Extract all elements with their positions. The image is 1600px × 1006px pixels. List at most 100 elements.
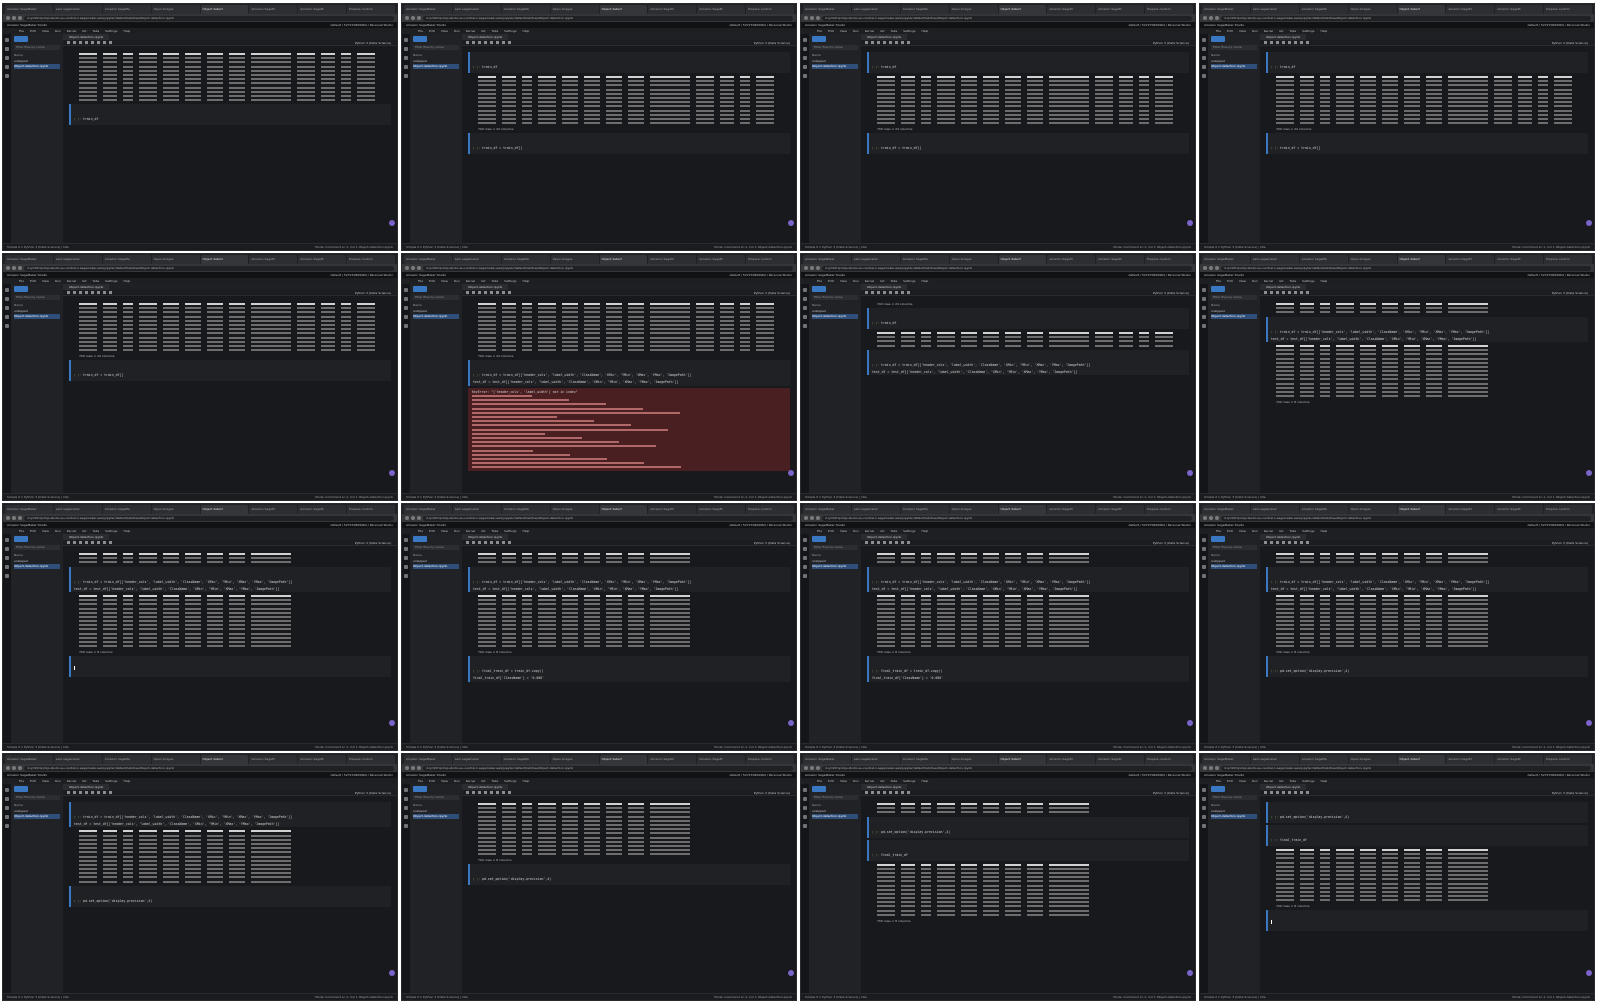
git-icon[interactable] — [5, 806, 9, 810]
url-field[interactable]: d-lymhfrqndxjs.studio.eu-central-1.sagem… — [822, 265, 1192, 271]
reload-icon[interactable] — [1215, 516, 1219, 520]
back-icon[interactable] — [6, 266, 10, 270]
save-icon[interactable] — [865, 791, 868, 794]
file-item-notebook[interactable]: Object-detection.ipynb — [413, 64, 459, 69]
cut-icon[interactable] — [1276, 791, 1279, 794]
code-cell-empty[interactable] — [69, 656, 391, 678]
copy-icon[interactable] — [85, 791, 88, 794]
git-icon[interactable] — [1202, 806, 1206, 810]
back-icon[interactable] — [1203, 766, 1207, 770]
paste-icon[interactable] — [91, 791, 94, 794]
notebook-tab[interactable]: Object-detection.ipynb — [861, 284, 908, 290]
browser-tab[interactable]: Object detect — [998, 5, 1047, 14]
add-cell-icon[interactable] — [73, 291, 76, 294]
running-icon[interactable] — [1202, 815, 1206, 819]
file-item-notebook[interactable]: Object-detection.ipynb — [812, 64, 858, 69]
restart-icon[interactable] — [1306, 791, 1309, 794]
add-cell-icon[interactable] — [73, 41, 76, 44]
run-icon[interactable] — [97, 41, 100, 44]
browser-tab[interactable]: Amazon SageMa — [900, 755, 949, 764]
copy-icon[interactable] — [484, 41, 487, 44]
paste-icon[interactable] — [490, 291, 493, 294]
forward-icon[interactable] — [411, 16, 415, 20]
copy-icon[interactable] — [883, 541, 886, 544]
browser-tab[interactable]: Amazon SageMa — [102, 255, 151, 264]
assistant-icon[interactable] — [389, 470, 395, 476]
forward-icon[interactable] — [1209, 266, 1213, 270]
browser-tab[interactable]: Amazon SageM — [298, 5, 347, 14]
back-icon[interactable] — [405, 16, 409, 20]
code-cell-empty[interactable] — [1266, 910, 1588, 932]
browser-tab[interactable]: Amazon SageMa — [501, 5, 550, 14]
cut-icon[interactable] — [877, 541, 880, 544]
code-cell[interactable]: [ ]: train_df — [1266, 52, 1588, 73]
back-icon[interactable] — [6, 516, 10, 520]
running-icon[interactable] — [404, 565, 408, 569]
git-icon[interactable] — [404, 556, 408, 560]
browser-tab[interactable]: Amazon SageMaker — [404, 505, 452, 514]
file-item-notebook[interactable]: Object-detection.ipynb — [14, 314, 60, 319]
browser-tab[interactable]: Amazon SageM — [1096, 5, 1145, 14]
run-icon[interactable] — [895, 291, 898, 294]
notebook-tab[interactable]: Object-detection.ipynb — [63, 534, 110, 540]
home-icon[interactable] — [5, 538, 9, 542]
running-icon[interactable] — [404, 815, 408, 819]
browser-tab[interactable]: Prepare custom — [746, 5, 794, 14]
browser-tab[interactable]: Amazon SageMa — [1299, 255, 1348, 264]
running-icon[interactable] — [803, 815, 807, 819]
kernel-name[interactable]: Python 3 (Data Science) — [355, 791, 391, 795]
add-cell-icon[interactable] — [73, 791, 76, 794]
cell-code[interactable]: train_df — [881, 321, 896, 325]
browser-tab[interactable]: Object detect — [998, 505, 1047, 514]
browser-tab[interactable]: Amazon SageMa — [900, 505, 949, 514]
browser-tab[interactable]: Object detect — [998, 755, 1047, 764]
browser-tab[interactable]: Amazon SageMa — [102, 505, 151, 514]
browser-tab[interactable]: Open images — [1348, 505, 1397, 514]
browser-tab[interactable]: Object detect — [200, 505, 249, 514]
forward-icon[interactable] — [12, 766, 16, 770]
git-icon[interactable] — [803, 806, 807, 810]
browser-tab[interactable]: Open images — [550, 5, 599, 14]
cut-icon[interactable] — [1276, 41, 1279, 44]
running-icon[interactable] — [803, 315, 807, 319]
run-icon[interactable] — [496, 791, 499, 794]
cell-code-line2[interactable]: test_df = test_df[['header_cols', 'label… — [74, 822, 388, 826]
assistant-icon[interactable] — [1187, 720, 1193, 726]
browser-tab[interactable]: sam-sagemaker — [851, 5, 900, 14]
code-cell[interactable]: [ ]: train_df = train_df[[ — [1266, 133, 1588, 155]
extension-icon[interactable] — [803, 824, 807, 828]
url-field[interactable]: d-lymhfrqndxjs.studio.eu-central-1.sagem… — [1221, 15, 1591, 21]
cell-code-line2[interactable]: test_df = test_df[['header_cols', 'label… — [1271, 587, 1585, 591]
browser-tab[interactable]: Amazon SageM — [249, 505, 298, 514]
file-item-notebook[interactable]: Object-detection.ipynb — [812, 814, 858, 819]
kernel-name[interactable]: Python 3 (Data Science) — [1552, 791, 1588, 795]
code-cell[interactable]: [ ]: final_train_df = train_df.copy() fin… — [867, 656, 1189, 682]
code-cell[interactable]: [ ]: train_df = train_df[['header_cols',… — [1266, 316, 1588, 342]
file-filter-input[interactable]: Filter files by name — [1211, 795, 1257, 800]
restart-icon[interactable] — [1306, 291, 1309, 294]
folder-icon[interactable] — [1202, 297, 1206, 301]
code-cell[interactable]: [ ]: train_df = train_df[[ — [867, 133, 1189, 155]
browser-tab[interactable]: Open images — [151, 255, 200, 264]
browser-tab[interactable]: Amazon SageMaker — [5, 5, 53, 14]
git-icon[interactable] — [803, 306, 807, 310]
browser-tab[interactable]: Amazon SageMa — [900, 5, 949, 14]
stop-icon[interactable] — [901, 791, 904, 794]
code-cell[interactable]: [ ]: train_df — [867, 52, 1189, 73]
save-icon[interactable] — [466, 541, 469, 544]
folder-icon[interactable] — [404, 297, 408, 301]
cut-icon[interactable] — [478, 791, 481, 794]
add-cell-icon[interactable] — [472, 791, 475, 794]
run-icon[interactable] — [1294, 541, 1297, 544]
kernel-name[interactable]: Python 3 (Data Science) — [1552, 541, 1588, 545]
home-icon[interactable] — [1202, 788, 1206, 792]
notebook-tab[interactable]: Object-detection.ipynb — [1260, 34, 1307, 40]
browser-tab[interactable]: Open images — [550, 505, 599, 514]
file-filter-input[interactable]: Filter files by name — [1211, 295, 1257, 300]
git-icon[interactable] — [803, 56, 807, 60]
browser-tab[interactable]: Object detect — [1397, 5, 1446, 14]
home-icon[interactable] — [404, 288, 408, 292]
restart-icon[interactable] — [907, 41, 910, 44]
back-icon[interactable] — [804, 266, 808, 270]
restart-icon[interactable] — [109, 41, 112, 44]
